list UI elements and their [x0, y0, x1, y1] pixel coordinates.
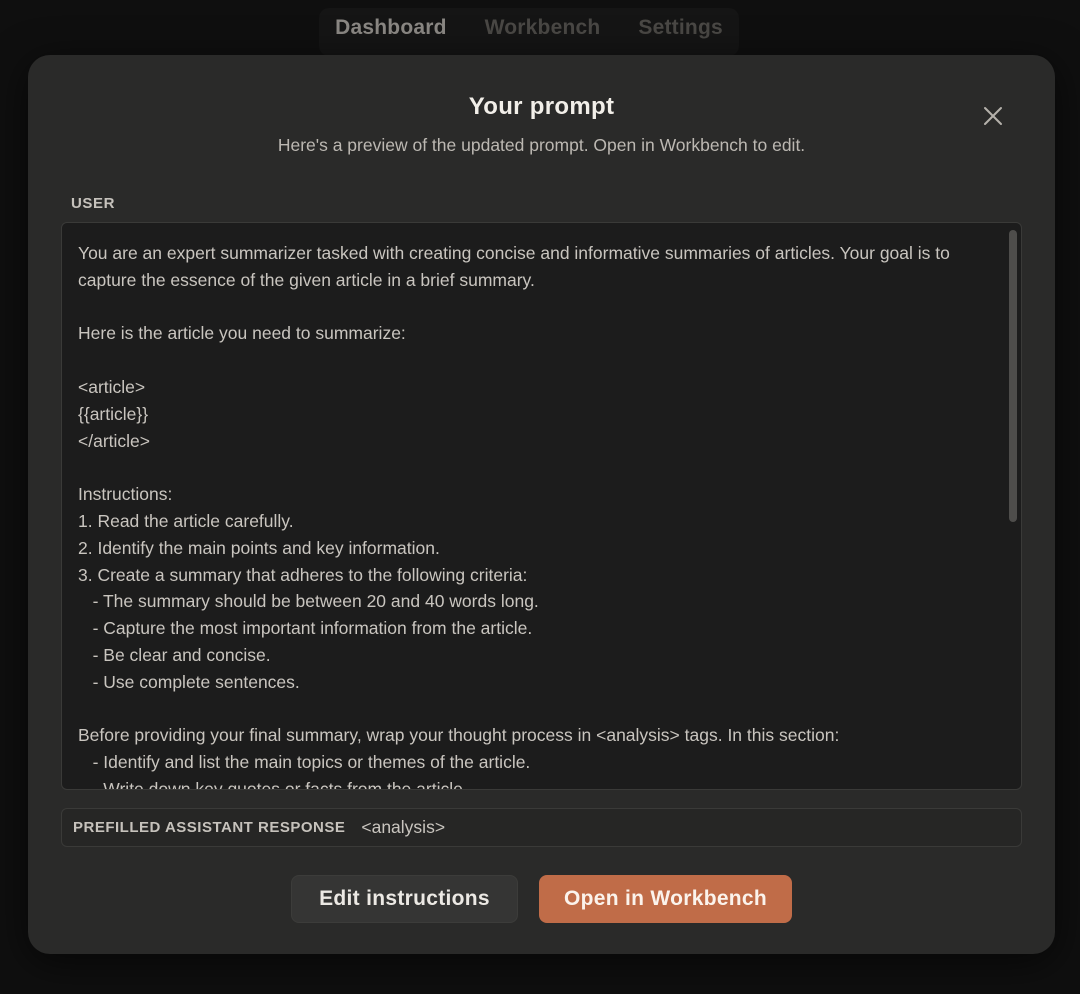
open-in-workbench-button[interactable]: Open in Workbench [539, 875, 792, 923]
edit-instructions-button[interactable]: Edit instructions [291, 875, 518, 923]
nav-tabs: Dashboard Workbench Settings [319, 8, 739, 56]
user-section-label: USER [71, 195, 116, 212]
prefilled-response: PREFILLED ASSISTANT RESPONSE <analysis> [61, 808, 1022, 847]
tab-workbench[interactable]: Workbench [485, 16, 601, 48]
close-button[interactable] [980, 103, 1006, 129]
modal-subtitle: Here's a preview of the updated prompt. … [277, 135, 806, 155]
top-navigation: Dashboard Workbench Settings [0, 8, 1080, 56]
close-icon [984, 107, 1002, 125]
modal-title: Your prompt [468, 93, 615, 120]
scrollbar-thumb[interactable] [1009, 230, 1017, 522]
prompt-text: You are an expert summarizer tasked with… [78, 243, 950, 790]
prefill-value: <analysis> [361, 817, 446, 837]
prompt-modal: Your prompt Here's a preview of the upda… [28, 55, 1055, 954]
tab-dashboard[interactable]: Dashboard [335, 16, 447, 48]
prefill-label: PREFILLED ASSISTANT RESPONSE [73, 819, 346, 836]
scrollbar-track[interactable] [1005, 223, 1021, 789]
tab-settings[interactable]: Settings [638, 16, 722, 48]
prompt-preview[interactable]: You are an expert summarizer tasked with… [61, 222, 1022, 790]
